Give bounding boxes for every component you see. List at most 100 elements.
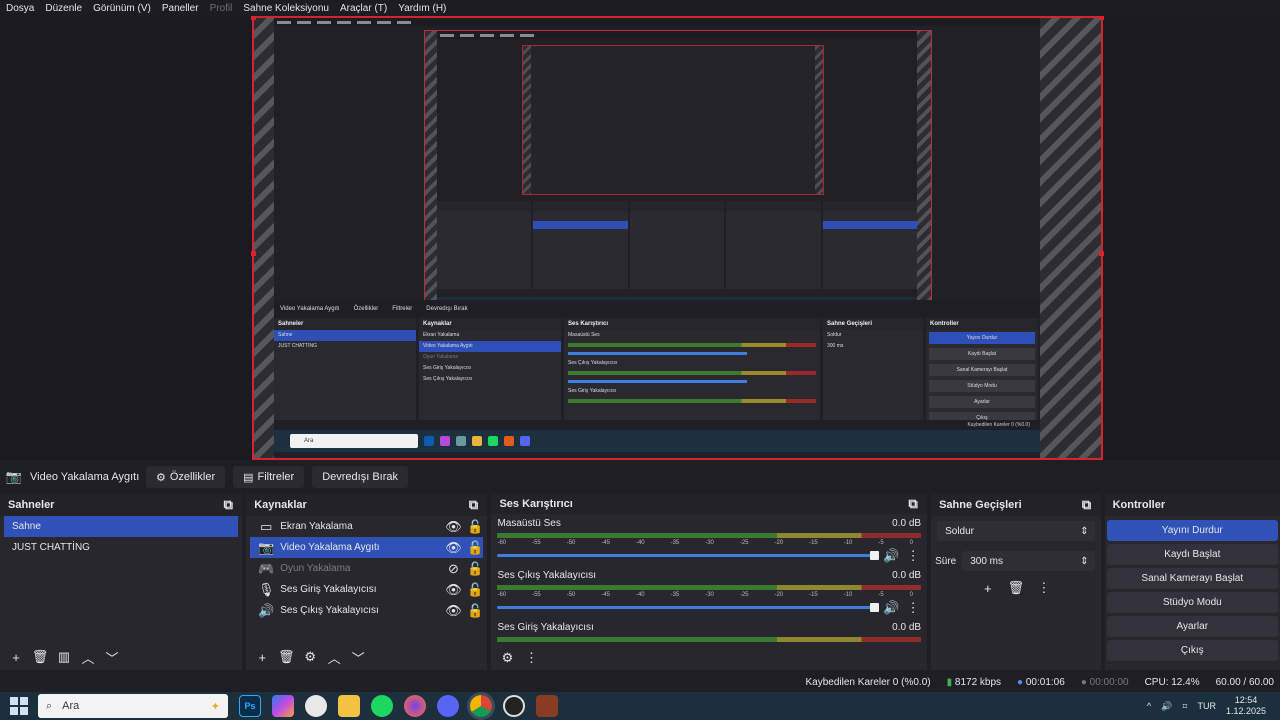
speaker-icon[interactable]: 🔊 — [883, 600, 899, 616]
source-item[interactable]: 📷 Video Yakalama Aygıtı 👁 🔓 — [250, 537, 484, 558]
volume-slider[interactable] — [497, 551, 879, 561]
gear-icon[interactable]: ⚙ — [499, 650, 515, 666]
eye-icon[interactable]: 👁 — [445, 519, 462, 535]
game-icon[interactable] — [536, 695, 558, 717]
lock-icon[interactable]: 🔓 — [467, 582, 483, 598]
speaker-icon[interactable]: 🔊 — [1161, 701, 1172, 712]
source-item[interactable]: ▭ Ekran Yakalama 👁 🔓 — [250, 516, 483, 537]
mixer-channel: Ses Çıkış Yakalayıcısı 0.0 dB -60 -55 -50 -4… — [497, 570, 922, 616]
menu-edit[interactable]: Düzenle — [45, 3, 82, 14]
ps-icon[interactable]: Ps — [239, 695, 261, 717]
clock[interactable]: 12:54 1.12.2025 — [1226, 695, 1266, 717]
chatgpt-icon[interactable] — [305, 695, 327, 717]
menu-view[interactable]: Görünüm (V) — [93, 3, 151, 14]
duration-input[interactable]: 300 ms ⇕ — [962, 551, 1095, 571]
lock-icon[interactable]: 🔓 — [467, 540, 483, 556]
eye-icon[interactable]: 👁 — [445, 582, 462, 598]
menu-bar: Dosya Düzenle Görünüm (V) Paneller Profi… — [0, 0, 1280, 16]
duration-label: Süre — [935, 555, 957, 567]
more-icon[interactable]: ⋮ — [1036, 580, 1052, 596]
volume-slider[interactable] — [497, 603, 879, 613]
taskbar-search[interactable]: ⌕ Ara ✦ — [38, 694, 228, 718]
meter-tick-label: 0 — [909, 591, 913, 598]
more-icon[interactable]: ⋮ — [523, 650, 539, 666]
settings-button[interactable]: Ayarlar — [1106, 616, 1278, 637]
trash-icon[interactable]: 🗑 — [278, 649, 295, 665]
undock-icon[interactable]: ⧉ — [905, 496, 921, 512]
chrome-icon[interactable] — [470, 695, 492, 717]
eye-hidden-icon[interactable]: ⊘ — [445, 561, 461, 577]
menu-tools[interactable]: Araçlar (T) — [340, 3, 387, 14]
trash-icon[interactable]: 🗑 — [32, 649, 49, 665]
mixer-title: Ses Karıştırıcı — [499, 497, 573, 510]
studio-mode-button[interactable]: Stüdyo Modu — [1106, 592, 1278, 613]
obs-icon[interactable] — [503, 695, 525, 717]
cpu-usage: CPU: 12.4% — [1144, 677, 1200, 688]
meter-tick-label: -15 — [809, 591, 818, 598]
source-item[interactable]: 🔊 Ses Çıkış Yakalayıcısı 👁 🔓 — [250, 600, 483, 621]
folder-icon[interactable] — [338, 695, 360, 717]
chevron-down-icon[interactable]: ﹀ — [104, 649, 120, 666]
spotify-icon[interactable] — [371, 695, 393, 717]
scene-item[interactable]: Sahne — [4, 516, 239, 537]
inner-obs: Video Yakalama Aygıtı Özellikler Filtrel… — [274, 300, 1040, 452]
meter-tick-label: -30 — [705, 591, 714, 598]
chevron-up-icon[interactable]: ^ — [1147, 701, 1151, 711]
virtual-camera-button[interactable]: Sanal Kamerayı Başlat — [1106, 568, 1278, 589]
resize-handle[interactable] — [251, 251, 256, 256]
add-icon[interactable]: + — [254, 649, 270, 665]
stop-stream-button[interactable]: Yayını Durdur — [1106, 520, 1278, 541]
undock-icon[interactable]: ⧉ — [220, 497, 236, 513]
preview-area[interactable]: Video Yakalama Aygıtı Özellikler Filtrel… — [0, 16, 1280, 460]
menu-docks[interactable]: Paneller — [162, 3, 199, 14]
resize-handle[interactable] — [1099, 251, 1104, 256]
chevron-down-icon[interactable]: ﹀ — [350, 649, 366, 666]
source-item[interactable]: 🎮 Oyun Yakalama ⊘ 🔓 — [250, 558, 483, 579]
lock-icon[interactable]: 🔓 — [467, 519, 483, 535]
eye-icon[interactable]: 👁 — [445, 603, 462, 619]
menu-help[interactable]: Yardım (H) — [398, 3, 446, 14]
menu-profile[interactable]: Profil — [210, 3, 233, 14]
resize-handle[interactable] — [1099, 16, 1104, 20]
filters-button[interactable]: ▤ Filtreler — [233, 466, 305, 488]
menu-scene-collection[interactable]: Sahne Koleksiyonu — [243, 3, 329, 14]
firefox-icon[interactable] — [404, 695, 426, 717]
meter-tick-label: -40 — [635, 539, 645, 546]
network-icon[interactable]: ⌗ — [1182, 701, 1187, 712]
filter-icon[interactable]: ▥ — [56, 649, 72, 665]
more-icon[interactable]: ⋮ — [905, 548, 921, 564]
controls-dock: Kontroller Yayını Durdur Kaydı Başlat Sa… — [1104, 494, 1280, 670]
docks: Sahneler ⧉ Sahne JUST CHATTİNG + 🗑 ▥ ︿ ﹀ … — [0, 494, 1280, 670]
source-item[interactable]: 🎙 Ses Giriş Yakalayıcısı 👁 🔓 — [250, 579, 484, 600]
eye-icon[interactable]: 👁 — [445, 540, 462, 556]
trash-icon[interactable]: 🗑 — [1008, 580, 1025, 596]
deactivate-button[interactable]: Devredışı Bırak — [312, 466, 408, 488]
start-recording-button[interactable]: Kaydı Başlat — [1106, 544, 1278, 565]
windows-start-icon[interactable] — [10, 697, 28, 715]
meter-tick-label: -60 — [497, 539, 507, 546]
preview-canvas[interactable]: Video Yakalama Aygıtı Özellikler Filtrel… — [251, 16, 1104, 460]
gear-icon[interactable]: ⚙ — [302, 649, 318, 665]
chevron-up-icon[interactable]: ︿ — [80, 649, 96, 666]
chevron-up-icon[interactable]: ︿ — [326, 649, 342, 666]
exit-button[interactable]: Çıkış — [1106, 640, 1278, 661]
transition-select[interactable]: Soldur ⇕ — [937, 521, 1095, 541]
lock-icon[interactable]: 🔓 — [467, 603, 483, 619]
undock-icon[interactable]: ⧉ — [1079, 497, 1095, 513]
menu-file[interactable]: Dosya — [6, 3, 34, 14]
lock-icon[interactable]: 🔓 — [467, 561, 483, 577]
add-icon[interactable]: + — [8, 649, 24, 665]
add-icon[interactable]: + — [980, 580, 996, 596]
properties-button[interactable]: ⚙ Özellikler — [146, 466, 226, 488]
more-icon[interactable]: ⋮ — [905, 600, 921, 616]
speaker-icon[interactable]: 🔊 — [883, 548, 899, 564]
copilot-icon[interactable] — [272, 695, 294, 717]
sources-title: Kaynaklar — [254, 499, 307, 511]
scene-item[interactable]: JUST CHATTİNG — [4, 537, 238, 558]
language[interactable]: TUR — [1197, 701, 1216, 711]
discord-icon[interactable] — [437, 695, 459, 717]
undock-icon[interactable]: ⧉ — [465, 497, 481, 513]
resize-handle[interactable] — [251, 16, 256, 20]
meter-tick-label: -10 — [843, 539, 853, 546]
meter-tick-label: -55 — [532, 591, 541, 598]
